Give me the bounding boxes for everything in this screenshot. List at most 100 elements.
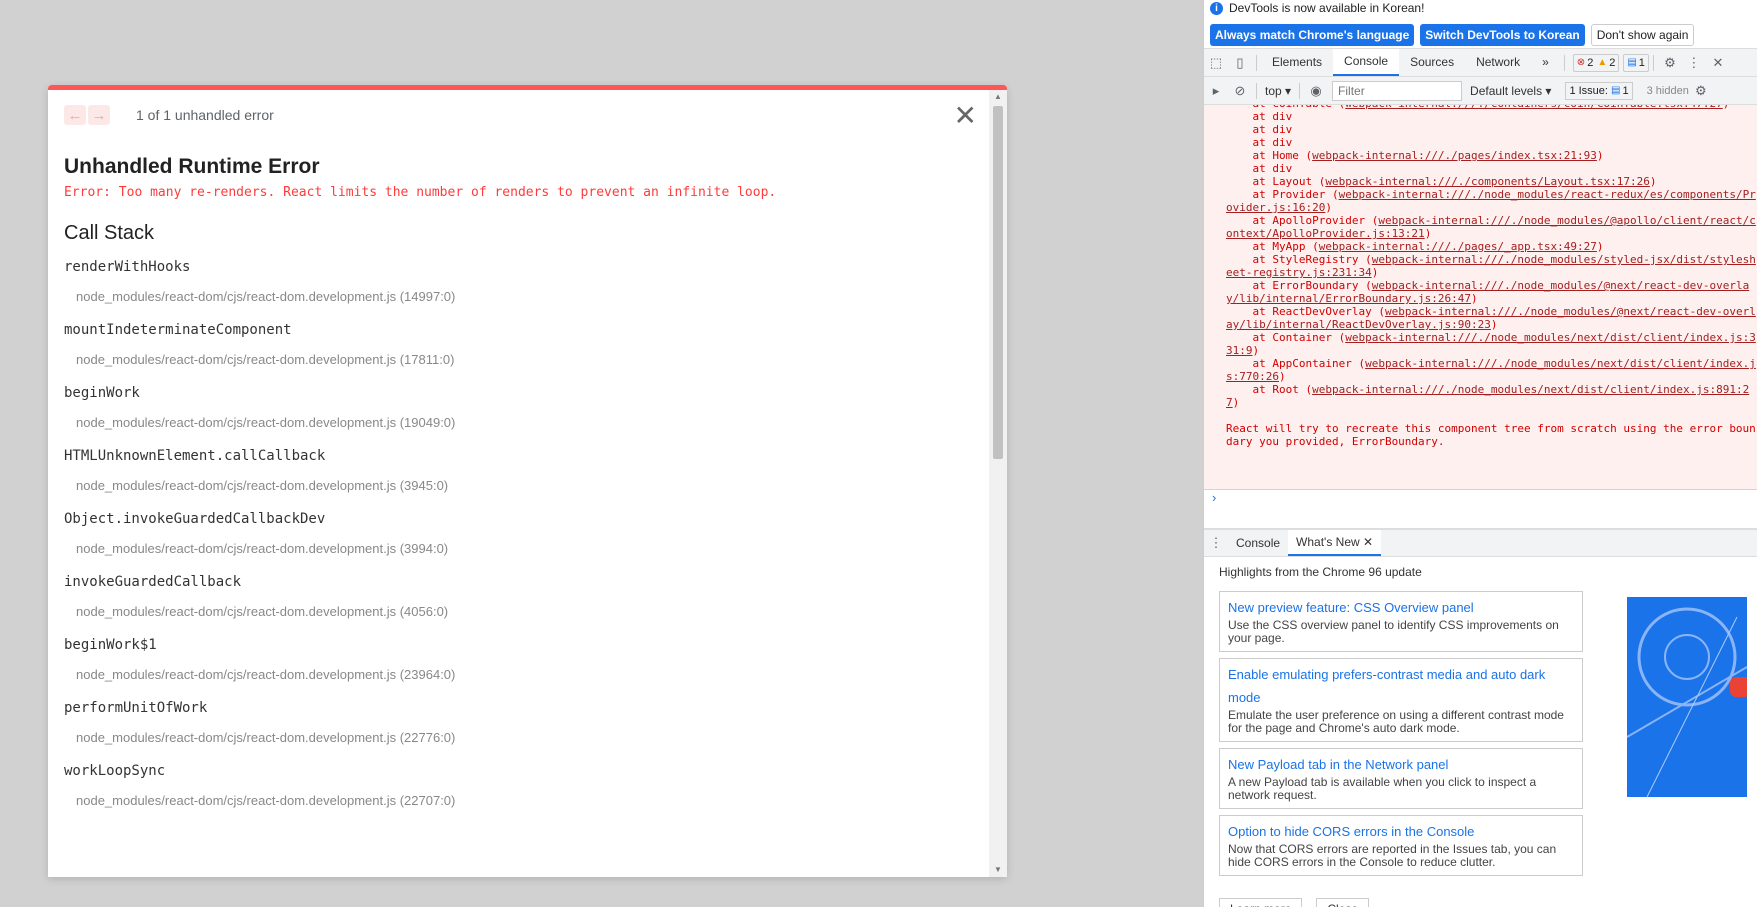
issues-button[interactable]: 1 Issue: ▤ 1: [1565, 81, 1633, 100]
next-error-button[interactable]: →: [88, 105, 110, 125]
whats-new-card-link[interactable]: Option to hide CORS errors in the Consol…: [1228, 820, 1574, 843]
console-stack-line: at ErrorBoundary (webpack-internal:///./…: [1226, 279, 1757, 305]
stack-frame-function: HTMLUnknownElement.callCallback: [64, 448, 326, 464]
tab-elements[interactable]: Elements: [1261, 49, 1333, 76]
stack-frame-location[interactable]: node_modules/react-dom/cjs/react-dom.dev…: [64, 541, 973, 556]
whats-new-panel: Highlights from the Chrome 96 update New…: [1204, 557, 1757, 907]
whats-new-card-description: Now that CORS errors are reported in the…: [1228, 842, 1557, 869]
drawer-menu-icon[interactable]: ⋮: [1204, 535, 1228, 551]
error-nav: ← → 1 of 1 unhandled error ✕: [64, 90, 977, 140]
more-options-icon[interactable]: ⋮: [1682, 55, 1706, 71]
console-stack-line: at ReactDevOverlay (webpack-internal:///…: [1226, 305, 1757, 331]
stack-frame-location[interactable]: node_modules/react-dom/cjs/react-dom.dev…: [64, 289, 973, 304]
whats-new-label: What's New: [1296, 535, 1360, 549]
stack-frame-function: workLoopSync: [64, 763, 166, 779]
console-stack-line: at AppContainer (webpack-internal:///./n…: [1226, 357, 1757, 383]
whats-new-card-description: Emulate the user preference on using a d…: [1228, 708, 1564, 735]
stack-line-text: at ApolloProvider (: [1226, 214, 1379, 227]
scrollbar-thumb[interactable]: [993, 106, 1003, 459]
stack-frame[interactable]: beginWork node_modules/react-dom/cjs/reac…: [64, 385, 973, 430]
error-warning-badge[interactable]: ⊗ 2 ▲ 2: [1572, 53, 1620, 72]
stack-line-text: at ReactDevOverlay (: [1226, 305, 1385, 318]
stack-frame[interactable]: performUnitOfWork node_modules/react-dom/…: [64, 700, 973, 745]
learn-more-button[interactable]: Learn more: [1219, 898, 1303, 907]
inspect-element-icon[interactable]: ⬚: [1204, 55, 1228, 71]
console-prompt[interactable]: ›: [1204, 490, 1757, 529]
info-icon: i: [1210, 1, 1223, 15]
whats-new-card-link[interactable]: New preview feature: CSS Overview panel: [1228, 596, 1574, 619]
issue-icon: ▤: [1611, 85, 1621, 96]
divider: [1256, 54, 1257, 71]
issues-label: 1 Issue:: [1569, 84, 1608, 97]
stack-line-text: at div: [1226, 162, 1293, 175]
whats-new-card-description: A new Payload tab is available when you …: [1228, 775, 1537, 802]
stack-frame[interactable]: Object.invokeGuardedCallbackDev node_modu…: [64, 511, 973, 556]
issues-count: 1: [1622, 84, 1629, 97]
release-graphic-icon: [1627, 607, 1747, 797]
stack-frame-location[interactable]: node_modules/react-dom/cjs/react-dom.dev…: [64, 478, 973, 493]
tab-console[interactable]: Console: [1333, 49, 1400, 76]
drawer-tab-console[interactable]: Console: [1228, 530, 1288, 556]
error-count: 2: [1587, 56, 1594, 69]
match-language-button[interactable]: Always match Chrome's language: [1210, 24, 1415, 46]
console-settings-icon[interactable]: ⚙: [1689, 83, 1713, 99]
more-tabs-button[interactable]: »: [1531, 49, 1560, 76]
source-link[interactable]: webpack-internal:///./containers/coin/Co…: [1345, 105, 1723, 110]
console-output: at CoinTable (webpack-internal:///./cont…: [1204, 105, 1757, 490]
stack-frame-location[interactable]: node_modules/react-dom/cjs/react-dom.dev…: [64, 415, 973, 430]
source-link[interactable]: webpack-internal:///./components/Layout.…: [1325, 175, 1650, 188]
scroll-up-icon[interactable]: ▲: [993, 92, 1003, 102]
stack-line-text: ): [1278, 370, 1286, 383]
stack-frame-function: invokeGuardedCallback: [64, 574, 242, 590]
tab-network[interactable]: Network: [1465, 49, 1531, 76]
stack-line-text: at Provider (: [1226, 188, 1339, 201]
close-tab-icon[interactable]: ✕: [1363, 535, 1373, 549]
settings-gear-icon[interactable]: ⚙: [1658, 55, 1682, 71]
drawer-tab-whats-new[interactable]: What's New ✕: [1288, 530, 1382, 556]
divider: [1652, 54, 1654, 71]
stack-frame-location[interactable]: node_modules/react-dom/cjs/react-dom.dev…: [64, 604, 973, 619]
previous-error-button[interactable]: ←: [64, 105, 86, 125]
clear-console-icon[interactable]: ⊘: [1228, 83, 1252, 99]
stack-frame[interactable]: invokeGuardedCallback node_modules/react-…: [64, 574, 973, 619]
tab-sources[interactable]: Sources: [1399, 49, 1465, 76]
stack-frame[interactable]: workLoopSync node_modules/react-dom/cjs/r…: [64, 763, 973, 808]
whats-new-card-link[interactable]: New Payload tab in the Network panel: [1228, 753, 1574, 776]
console-stack-lines: at CoinTable (webpack-internal:///./cont…: [1226, 105, 1757, 409]
stack-line-text: ): [1252, 344, 1260, 357]
source-link[interactable]: webpack-internal:///./pages/index.tsx:21…: [1312, 149, 1597, 162]
switch-korean-button[interactable]: Switch DevTools to Korean: [1420, 24, 1585, 46]
close-overlay-button[interactable]: ✕: [954, 102, 977, 130]
scroll-down-icon[interactable]: ▼: [993, 865, 1003, 875]
levels-label: Default levels: [1470, 83, 1543, 98]
stack-line-text: at div: [1226, 110, 1293, 123]
whats-new-card-link[interactable]: Enable emulating prefers-contrast media …: [1228, 663, 1574, 709]
stack-frame-function: renderWithHooks: [64, 259, 191, 275]
device-toolbar-icon[interactable]: ▯: [1228, 55, 1252, 71]
stack-frame-location[interactable]: node_modules/react-dom/cjs/react-dom.dev…: [64, 667, 973, 682]
stack-frame[interactable]: renderWithHooks node_modules/react-dom/cj…: [64, 259, 973, 304]
close-devtools-icon[interactable]: ✕: [1706, 55, 1730, 71]
overlay-scrollbar[interactable]: ▲ ▼: [989, 90, 1007, 877]
stack-frame[interactable]: mountIndeterminateComponent node_modules/…: [64, 322, 973, 367]
live-expression-eye-icon[interactable]: ◉: [1304, 83, 1328, 99]
divider: [1256, 82, 1257, 99]
context-selector[interactable]: top ▾: [1265, 84, 1291, 98]
messages-badge[interactable]: ▤ 1: [1623, 53, 1649, 72]
stack-frame-location[interactable]: node_modules/react-dom/cjs/react-dom.dev…: [64, 793, 973, 808]
console-filter-input[interactable]: [1332, 80, 1463, 101]
sidebar-toggle-icon[interactable]: ▸: [1204, 83, 1228, 99]
console-stack-line: at div: [1226, 136, 1757, 149]
close-whats-new-button[interactable]: Close: [1316, 898, 1370, 907]
devtools-tabbar: ⬚ ▯ Elements Console Sources Network » ⊗…: [1204, 49, 1757, 77]
stack-frame-location[interactable]: node_modules/react-dom/cjs/react-dom.dev…: [64, 730, 973, 745]
stack-frame-location[interactable]: node_modules/react-dom/cjs/react-dom.dev…: [64, 352, 973, 367]
console-stack-line: at StyleRegistry (webpack-internal:///./…: [1226, 253, 1757, 279]
console-stack-line: at CoinTable (webpack-internal:///./cont…: [1226, 105, 1757, 110]
log-levels-dropdown[interactable]: Default levels ▾: [1470, 84, 1551, 98]
source-link[interactable]: webpack-internal:///./pages/_app.tsx:49:…: [1319, 240, 1597, 253]
stack-frame[interactable]: beginWork$1 node_modules/react-dom/cjs/re…: [64, 637, 973, 682]
context-value: top: [1265, 83, 1282, 98]
stack-frame[interactable]: HTMLUnknownElement.callCallback node_modu…: [64, 448, 973, 493]
dont-show-again-button[interactable]: Don't show again: [1590, 24, 1695, 46]
